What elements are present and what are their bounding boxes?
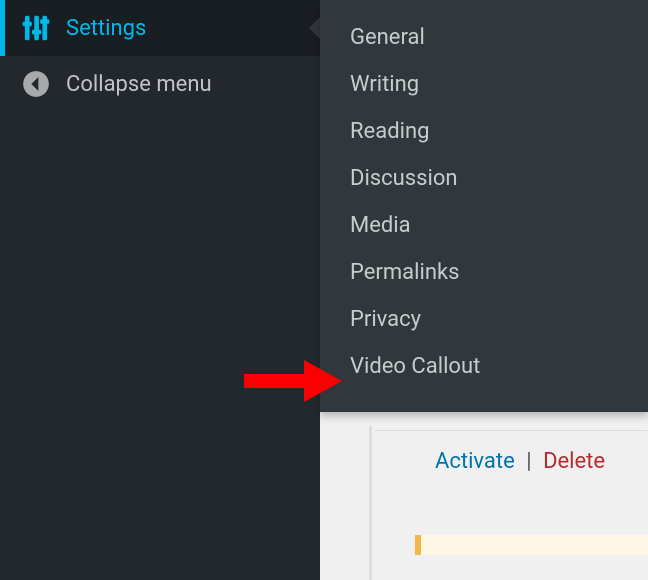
divider bbox=[375, 430, 648, 431]
sidebar-item-label: Settings bbox=[66, 16, 146, 41]
submenu-item-permalinks[interactable]: Permalinks bbox=[320, 249, 648, 296]
update-notice-strip bbox=[415, 535, 648, 555]
sidebar-item-settings[interactable]: Settings bbox=[0, 0, 320, 56]
collapse-icon bbox=[22, 70, 50, 98]
submenu-item-discussion[interactable]: Discussion bbox=[320, 155, 648, 202]
content-gutter bbox=[320, 426, 372, 580]
submenu-item-writing[interactable]: Writing bbox=[320, 61, 648, 108]
plugin-row-fragment: Activate | Delete bbox=[375, 430, 648, 474]
sidebar-item-label: Collapse menu bbox=[66, 72, 212, 97]
action-separator: | bbox=[520, 449, 537, 474]
admin-sidebar: Settings Collapse menu bbox=[0, 0, 320, 580]
submenu-item-general[interactable]: General bbox=[320, 14, 648, 61]
settings-submenu: General Writing Reading Discussion Media… bbox=[320, 0, 648, 412]
activate-link[interactable]: Activate bbox=[435, 449, 515, 474]
submenu-item-privacy[interactable]: Privacy bbox=[320, 296, 648, 343]
delete-link[interactable]: Delete bbox=[543, 449, 605, 474]
submenu-item-media[interactable]: Media bbox=[320, 202, 648, 249]
sliders-icon bbox=[22, 14, 50, 42]
sidebar-item-collapse[interactable]: Collapse menu bbox=[0, 56, 320, 112]
submenu-item-reading[interactable]: Reading bbox=[320, 108, 648, 155]
plugin-actions: Activate | Delete bbox=[375, 449, 648, 474]
submenu-item-video-callout[interactable]: Video Callout bbox=[320, 343, 648, 390]
